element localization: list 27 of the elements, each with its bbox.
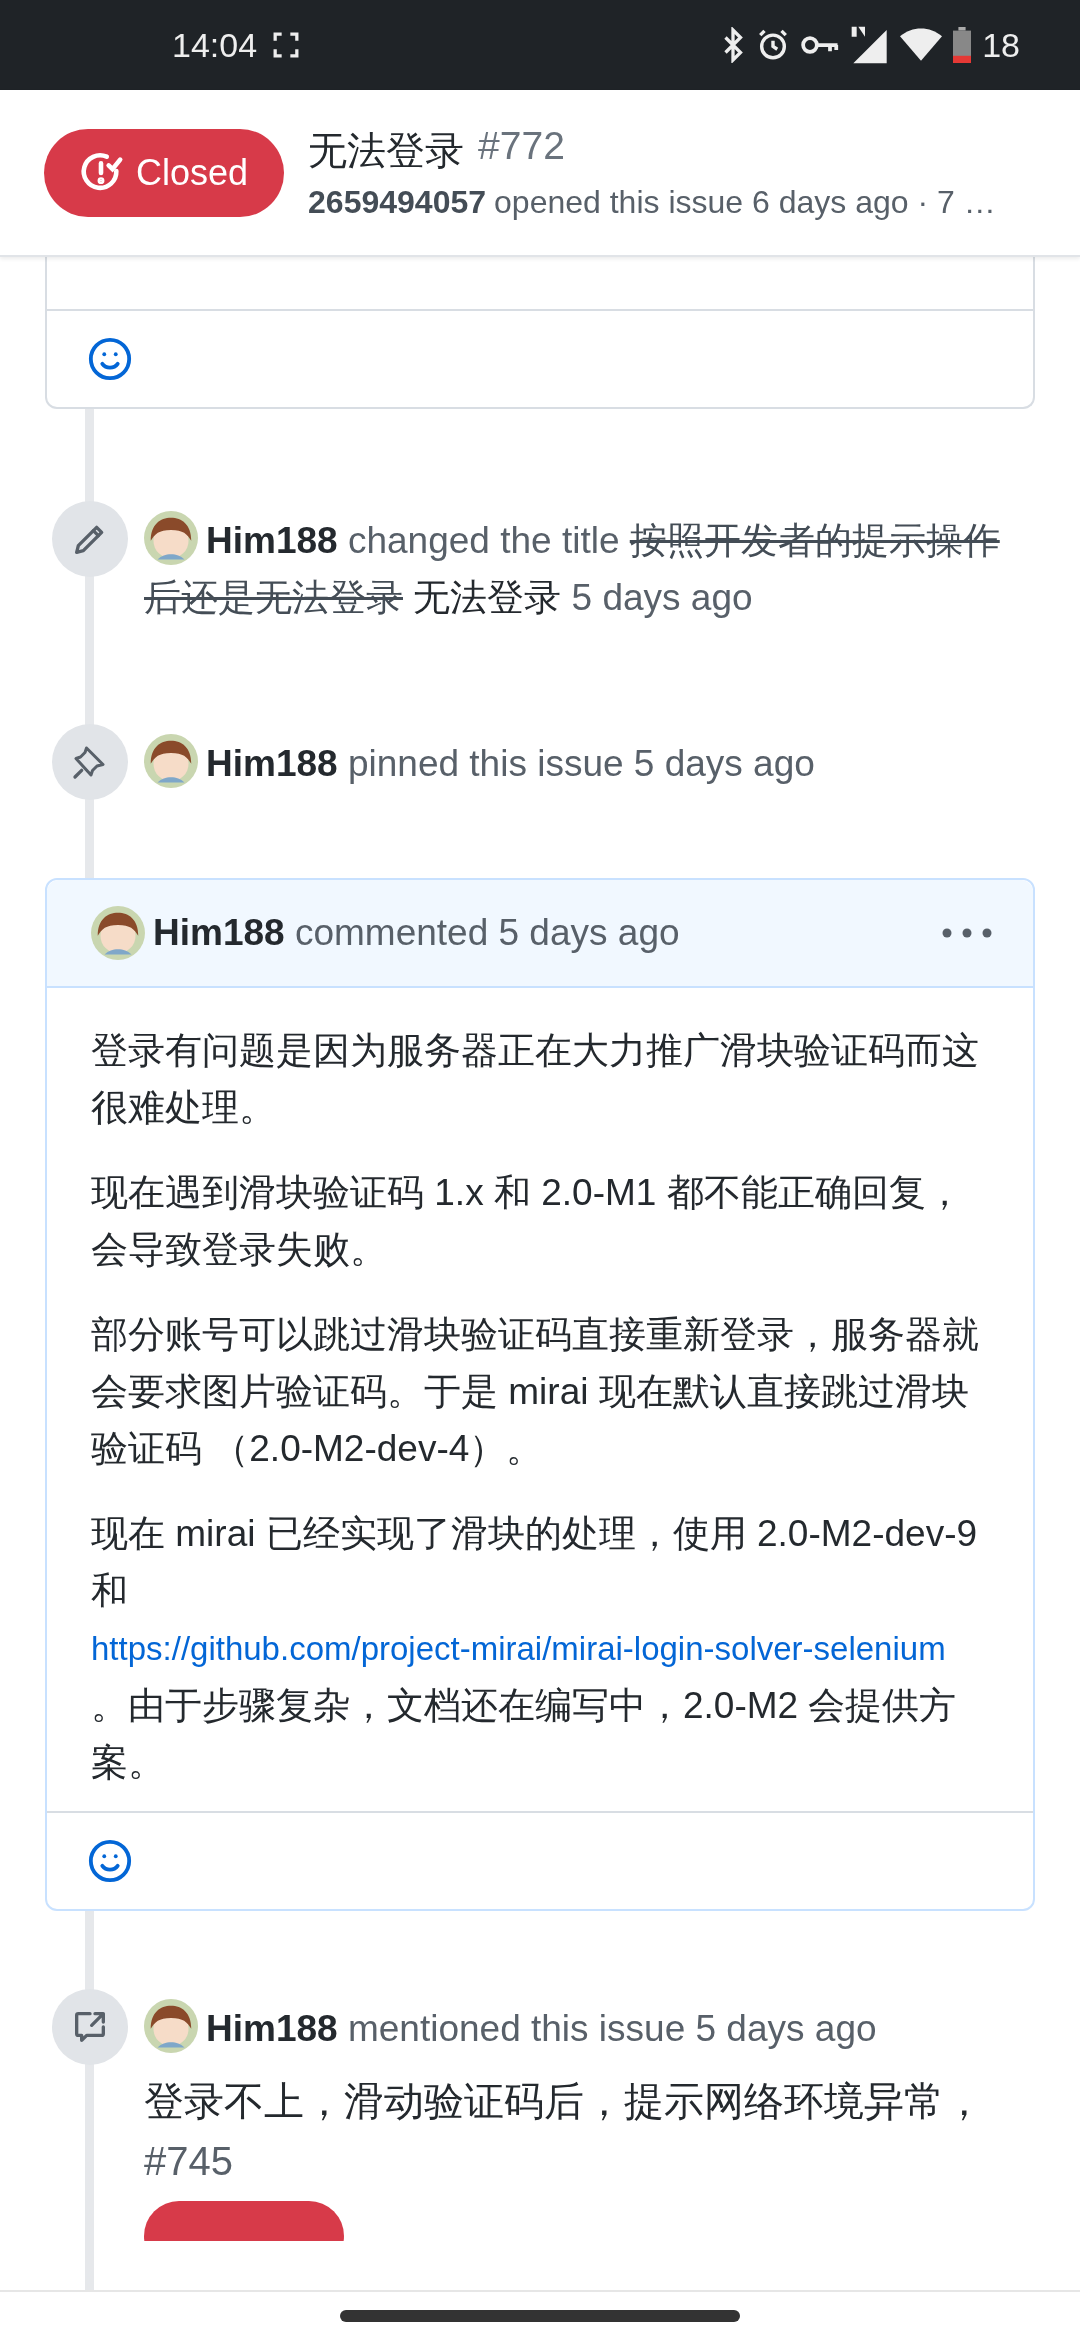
battery-level: 18 bbox=[982, 25, 1020, 65]
comment-meta: Him188 commented 5 days ago bbox=[153, 912, 680, 954]
link[interactable]: https://github.com/project-mirai/mirai-login-solver-selenium bbox=[91, 1630, 946, 1667]
more-icon[interactable] bbox=[941, 926, 993, 940]
state-label: Closed bbox=[136, 151, 249, 194]
issue-number: #772 bbox=[478, 124, 565, 169]
emoji-reaction-icon[interactable] bbox=[87, 336, 133, 382]
user-avatar[interactable] bbox=[144, 1999, 198, 2053]
referenced-issue[interactable]: 登录不上，滑动验证码后，提示网络环境异常， #745 bbox=[144, 2071, 1021, 2191]
battery-icon bbox=[952, 27, 973, 63]
comment-paragraph: 登录有问题是因为服务器正在大力推广滑块验证码而这很难处理。 bbox=[91, 1029, 980, 1130]
user-avatar[interactable] bbox=[144, 734, 198, 788]
screenshot-icon bbox=[273, 32, 300, 58]
comment-paragraph: 部分账号可以跳过滑块验证码直接重新登录，服务器就会要求图片验证码。于是 mirai 现在默认直接跳过滑块验证码 （2.0-M2-dev-4）。 bbox=[91, 1313, 980, 1471]
clock: 14:04 bbox=[172, 25, 258, 65]
user-avatar[interactable] bbox=[144, 511, 198, 565]
emoji-reaction-icon[interactable] bbox=[87, 1838, 133, 1884]
event-text: Him188 mentioned this issue 5 days ago bbox=[144, 1999, 877, 2057]
issue-title: 无法登录 bbox=[308, 128, 465, 174]
user-avatar[interactable] bbox=[91, 906, 145, 960]
wifi-icon bbox=[900, 27, 943, 63]
issue-author[interactable]: 2659494057 bbox=[308, 184, 487, 221]
comment-paragraph: 现在 mirai 已经实现了滑块的处理，使用 2.0-M2-dev-9 和 https://github.com/project-mirai/mirai-login-solver-selenium 。由于步骤复杂，文档还在编写中，2.0-M2 会提供方案。 bbox=[91, 1512, 979, 1785]
comment-paragraph: 现在遇到滑块验证码 1.x 和 2.0-M1 都不能正确回复，会导致登录失败。 bbox=[91, 1171, 964, 1272]
event-text: Him188 pinned this issue 5 days ago bbox=[144, 734, 815, 792]
event-text: Him188 changed the title 按照开发者的提示操作后还是无法登录 无法登录 5 days ago bbox=[144, 511, 1021, 626]
issue-meta: opened this issue 6 days ago · 7 … bbox=[494, 184, 996, 221]
